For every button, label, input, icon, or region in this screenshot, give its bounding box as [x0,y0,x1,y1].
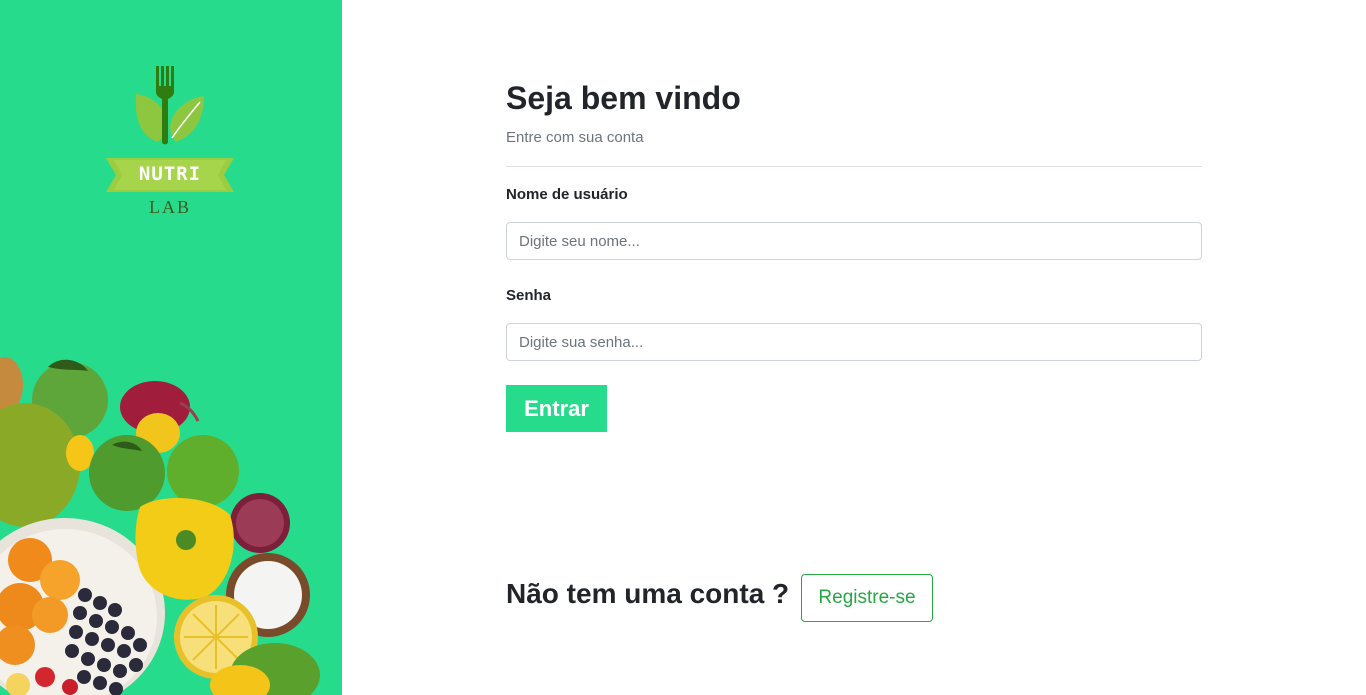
username-input[interactable] [506,222,1202,260]
no-account-prompt: Não tem uma conta ? [506,578,790,609]
password-input[interactable] [506,323,1202,361]
vegetables-illustration [0,357,320,695]
password-label: Senha [506,287,552,304]
register-button[interactable]: Registre-se [801,574,933,622]
logo-text-lab: LAB [149,197,191,217]
page-subtitle: Entre com sua conta [506,129,644,146]
brand-sidebar: NUTRI LAB [0,0,342,695]
nutrilab-logo: NUTRI LAB [100,62,240,222]
username-label: Nome de usuário [506,186,628,203]
login-button[interactable]: Entrar [506,385,607,432]
divider [506,166,1202,167]
logo-text-nutri: NUTRI [138,163,202,185]
page-title: Seja bem vindo [506,80,741,116]
